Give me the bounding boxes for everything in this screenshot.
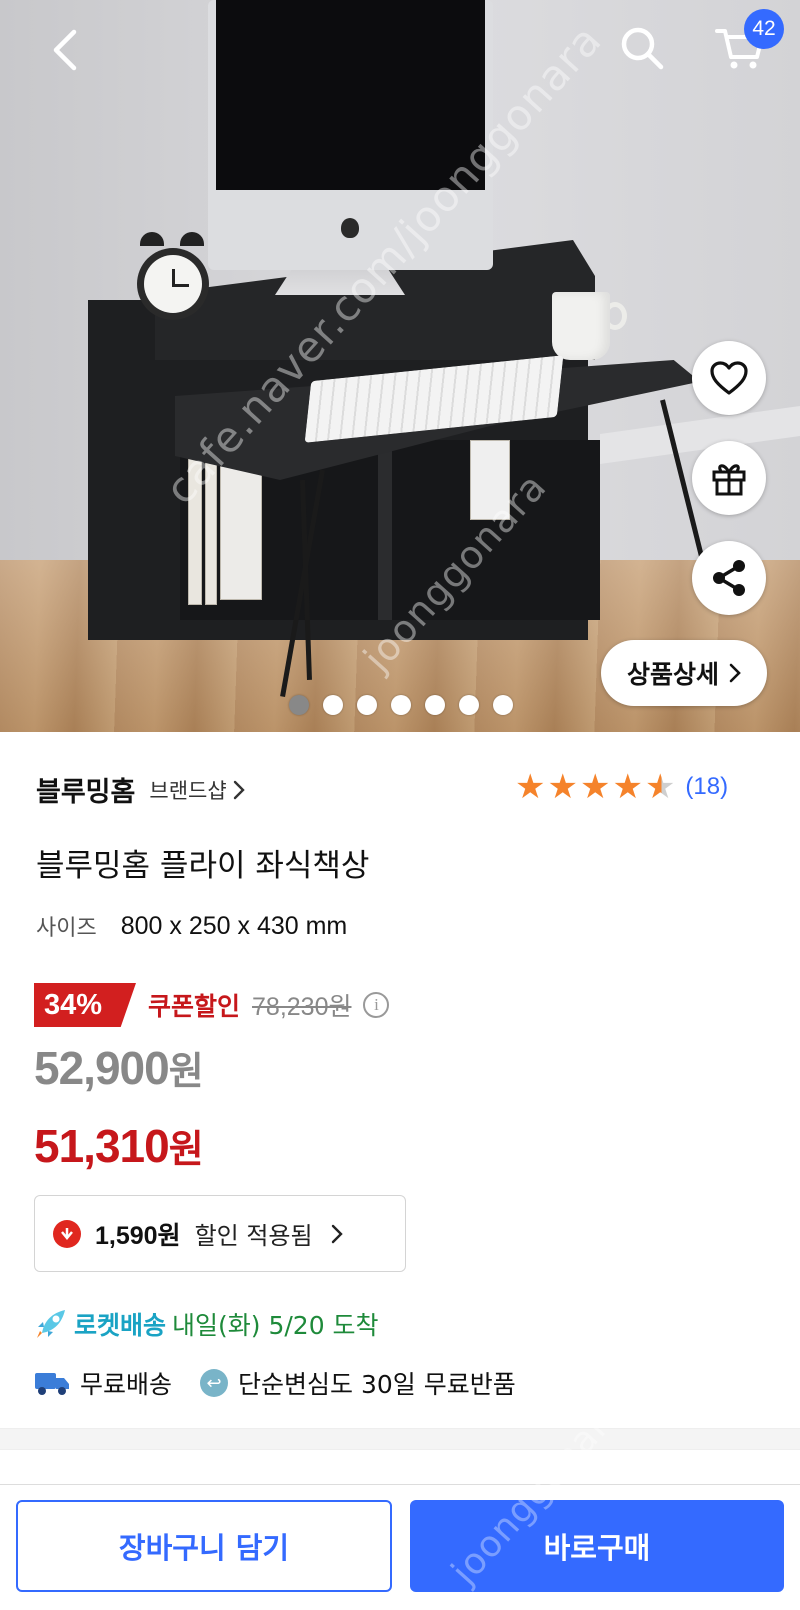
product-detail-label: 상품상세 — [626, 660, 719, 689]
truck-icon — [35, 1373, 69, 1395]
cart-count-badge: 42 — [744, 9, 784, 49]
add-to-cart-button[interactable]: 장바구니 담기 — [16, 1500, 392, 1592]
rocket-icon — [37, 1310, 65, 1338]
chevron-right-icon — [331, 1224, 343, 1243]
image-book — [205, 460, 217, 605]
search-icon — [621, 27, 664, 70]
rocket-delivery-row: 로켓배송 내일(화) 5/20 도착 — [34, 1306, 379, 1342]
carousel-dot[interactable] — [493, 695, 513, 715]
back-arrow-icon — [53, 29, 77, 71]
coupon-applied-box[interactable]: 1,590원 할인 적용됨 — [34, 1195, 406, 1272]
carousel-dot[interactable] — [289, 695, 309, 715]
image-cup — [552, 292, 610, 360]
search-button[interactable] — [612, 18, 672, 78]
image-monitor — [208, 0, 493, 270]
coupon-applied-text: 할인 적용됨 — [194, 1222, 313, 1250]
image-monitor-screen — [216, 0, 485, 190]
coupon-discount-label: 쿠폰할인 — [148, 992, 241, 1021]
return-icon: ↩ — [200, 1369, 229, 1397]
info-icon[interactable]: i — [363, 992, 390, 1018]
brand-shop-label: 브랜드샵 — [149, 778, 227, 803]
rocket-delivery-label: 로켓배송 — [74, 1311, 167, 1340]
image-monitor-logo — [341, 218, 359, 238]
discount-rate-badge: 34% — [34, 983, 136, 1027]
sale-price-number: 52,900 — [34, 1042, 170, 1094]
free-return-text: 단순변심도 30일 무료반품 — [238, 1370, 516, 1399]
discount-row: 34% 쿠폰할인 78,230원 i — [34, 983, 390, 1027]
product-image-carousel[interactable]: cafe.naver.com/joonggonara joonggonara — [0, 0, 800, 732]
benefit-row: 무료배송 ↩ 단순변심도 30일 무료반품 — [34, 1365, 516, 1401]
star-icon: ★ — [579, 767, 611, 807]
share-icon — [713, 560, 745, 596]
coupon-discount-amount: 1,590원 — [95, 1221, 181, 1250]
rating-count[interactable]: (18) — [685, 773, 728, 801]
option-row: 사이즈 800 x 250 x 430 mm — [36, 910, 347, 942]
arrow-down-icon — [53, 1219, 81, 1248]
section-divider — [0, 1428, 800, 1450]
coupon-price: 51,310원 — [34, 1118, 204, 1173]
gift-icon — [712, 464, 746, 496]
image-desk-divider — [378, 450, 392, 620]
arrival-date: 내일(화) 5/20 도착 — [172, 1311, 379, 1340]
sale-price: 52,900원 — [34, 1040, 204, 1095]
option-value: 800 x 250 x 430 mm — [120, 911, 348, 940]
coupon-price-number: 51,310 — [34, 1120, 170, 1172]
image-alarm-clock — [137, 248, 209, 320]
carousel-dot[interactable] — [323, 695, 343, 715]
carousel-dot[interactable] — [357, 695, 377, 715]
carousel-dot[interactable] — [391, 695, 411, 715]
brand-shop-link[interactable]: 브랜드샵 — [149, 775, 245, 805]
brand-name[interactable]: 블루밍홈 — [36, 770, 135, 809]
option-label: 사이즈 — [36, 916, 97, 941]
gift-button[interactable] — [692, 441, 766, 515]
product-detail-button[interactable]: 상품상세 — [601, 640, 767, 706]
carousel-dots — [289, 695, 513, 715]
share-button[interactable] — [692, 541, 766, 615]
currency-unit: 원 — [168, 1127, 204, 1171]
image-book — [188, 455, 202, 605]
back-button[interactable] — [34, 20, 94, 80]
star-icon: ★ — [547, 767, 578, 807]
product-title: 블루밍홈 플라이 좌식책상 — [36, 848, 370, 884]
rating-summary[interactable]: ★ ★ ★ ★ ★ (18) — [515, 770, 728, 804]
original-price: 78,230원 — [252, 993, 352, 1021]
chevron-right-icon — [729, 663, 741, 683]
wishlist-button[interactable] — [692, 341, 766, 415]
brand-row: 블루밍홈 브랜드샵 — [36, 770, 245, 809]
bottom-action-bar: 장바구니 담기 바로구매 — [0, 1484, 800, 1610]
free-shipping-text: 무료배송 — [80, 1370, 173, 1399]
carousel-dot[interactable] — [459, 695, 479, 715]
star-icon: ★ — [612, 767, 643, 807]
currency-unit: 원 — [168, 1049, 204, 1093]
buy-now-button[interactable]: 바로구매 — [410, 1500, 784, 1592]
carousel-dot[interactable] — [425, 695, 445, 715]
chevron-right-icon — [233, 780, 245, 799]
half-star-icon: ★ — [644, 767, 676, 807]
star-icon: ★ — [515, 767, 546, 807]
heart-icon — [710, 361, 748, 395]
image-book — [470, 440, 510, 520]
